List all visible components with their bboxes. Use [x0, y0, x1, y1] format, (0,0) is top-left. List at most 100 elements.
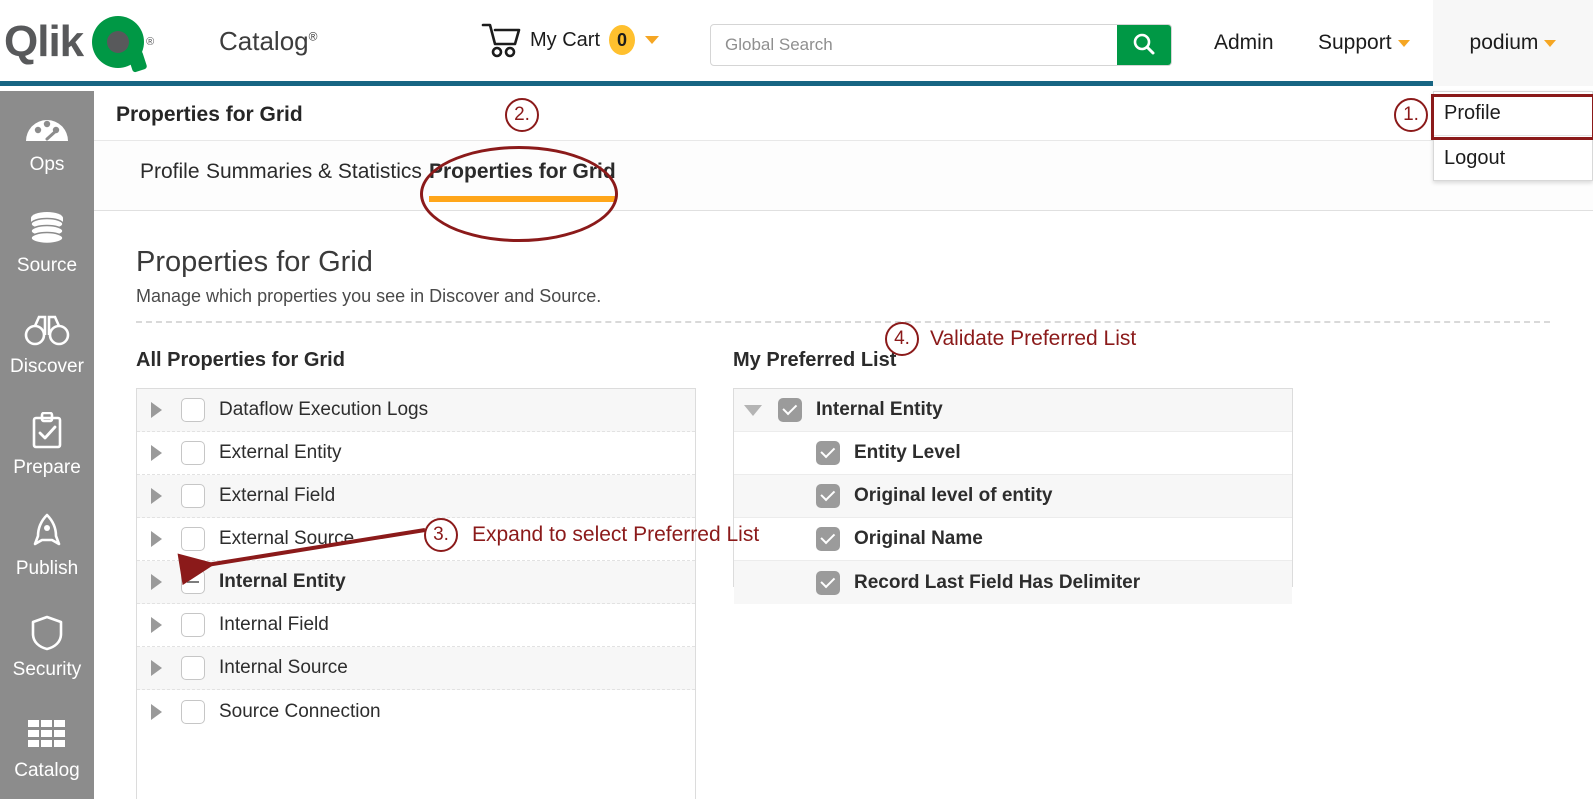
user-menu-button[interactable]: podium — [1433, 0, 1593, 86]
my-cart-button[interactable]: My Cart 0 — [480, 20, 659, 60]
page-header-bar: Properties for Grid — [94, 91, 1593, 141]
row-label: Internal Field — [211, 614, 329, 636]
sidebar-item-prepare[interactable]: Prepare — [0, 394, 94, 495]
chevron-right-icon[interactable] — [137, 531, 175, 547]
chevron-right-icon[interactable] — [137, 445, 175, 461]
chevron-right-icon[interactable] — [137, 488, 175, 504]
row-label: Original level of entity — [846, 485, 1053, 507]
row-label: Internal Source — [211, 657, 348, 679]
app-root: Qlik ® Catalog® My Cart 0 — [0, 0, 1593, 799]
sidebar-item-label: Prepare — [13, 457, 81, 479]
menu-item-profile[interactable]: Profile — [1434, 92, 1592, 136]
sidebar-item-label: Catalog — [14, 760, 80, 782]
row-label: Internal Entity — [211, 571, 346, 593]
chevron-down-icon[interactable] — [734, 405, 772, 416]
support-chevron-down-icon — [1398, 40, 1410, 47]
section-subtitle: Manage which properties you see in Disco… — [136, 286, 1593, 307]
tab-profile[interactable]: Profile — [140, 160, 200, 198]
tab-summaries-statistics[interactable]: Summaries & Statistics — [206, 160, 422, 198]
row-label: Original Name — [846, 528, 983, 550]
sidebar-item-ops[interactable]: Ops — [0, 91, 94, 192]
chevron-right-icon[interactable] — [137, 660, 175, 676]
page-title: Properties for Grid — [116, 103, 303, 127]
table-row[interactable]: Entity Level — [734, 432, 1292, 475]
sidebar-item-discover[interactable]: Discover — [0, 293, 94, 394]
row-checkbox[interactable] — [175, 441, 211, 465]
row-checkbox[interactable] — [175, 570, 211, 594]
chevron-right-icon[interactable] — [137, 402, 175, 418]
row-checkbox[interactable] — [175, 656, 211, 680]
row-checkbox[interactable] — [175, 613, 211, 637]
row-checkbox[interactable] — [175, 484, 211, 508]
table-row[interactable]: Record Last Field Has Delimiter — [734, 561, 1292, 604]
row-checkbox[interactable] — [175, 527, 211, 551]
database-icon — [26, 209, 68, 249]
table-row[interactable]: Internal Source — [137, 647, 695, 690]
table-row[interactable]: Internal Entity — [137, 561, 695, 604]
table-row[interactable]: Internal Entity — [734, 389, 1292, 432]
tab-properties-for-grid[interactable]: Properties for Grid — [429, 160, 616, 198]
main-content: Properties for Grid Profile Summaries & … — [94, 91, 1593, 799]
global-search[interactable] — [710, 24, 1172, 66]
row-checkbox[interactable] — [175, 398, 211, 422]
preferred-list-column: My Preferred List Internal Entity Entity… — [733, 349, 1293, 587]
menu-item-logout[interactable]: Logout — [1434, 136, 1592, 180]
chevron-right-icon[interactable] — [137, 574, 175, 590]
properties-panel: Properties for Grid Manage which propert… — [94, 211, 1593, 323]
table-row[interactable]: Dataflow Execution Logs — [137, 389, 695, 432]
sidebar-item-security[interactable]: Security — [0, 596, 94, 697]
search-button[interactable] — [1117, 25, 1171, 65]
row-label: Entity Level — [846, 442, 961, 464]
user-chevron-down-icon — [1544, 40, 1556, 47]
section-title: Properties for Grid — [136, 246, 1593, 279]
preferred-list-heading: My Preferred List — [733, 349, 1293, 372]
chevron-right-icon[interactable] — [137, 704, 175, 720]
cart-chevron-down-icon[interactable] — [645, 36, 659, 44]
search-input[interactable] — [711, 25, 1117, 65]
qlik-logo[interactable]: Qlik ® — [4, 14, 154, 70]
table-row[interactable]: Internal Field — [137, 604, 695, 647]
table-row[interactable]: Original level of entity — [734, 475, 1292, 518]
row-checkbox[interactable] — [810, 571, 846, 595]
shield-icon — [30, 613, 64, 653]
table-row[interactable]: External Entity — [137, 432, 695, 475]
search-icon — [1131, 31, 1157, 60]
app-name-text: Catalog — [219, 26, 309, 56]
row-checkbox[interactable] — [772, 398, 808, 422]
shopping-cart-icon — [480, 20, 522, 60]
row-label: Source Connection — [211, 701, 381, 723]
section-divider — [136, 321, 1550, 323]
table-row[interactable]: External Field — [137, 475, 695, 518]
sidebar-item-label: Security — [13, 659, 82, 681]
row-checkbox[interactable] — [175, 700, 211, 724]
sidebar-item-label: Source — [17, 255, 77, 277]
chevron-right-icon[interactable] — [137, 617, 175, 633]
row-label: External Entity — [211, 442, 342, 464]
sidebar-item-label: Publish — [16, 558, 78, 580]
row-checkbox[interactable] — [810, 484, 846, 508]
top-header: Qlik ® Catalog® My Cart 0 — [0, 0, 1593, 86]
sidebar-item-catalog[interactable]: Catalog — [0, 697, 94, 798]
row-checkbox[interactable] — [810, 527, 846, 551]
row-label: External Field — [211, 485, 335, 507]
sidebar-item-publish[interactable]: Publish — [0, 495, 94, 596]
all-properties-column: All Properties for Grid Dataflow Executi… — [136, 349, 696, 799]
sidebar-item-label: Ops — [30, 154, 65, 176]
row-label: Internal Entity — [808, 399, 943, 421]
row-label: External Source — [211, 528, 354, 550]
qlik-q-mark — [92, 16, 144, 68]
binoculars-icon — [24, 310, 70, 350]
tab-bar: Profile Summaries & Statistics Propertie… — [94, 141, 1593, 211]
nav-support-label: Support — [1318, 31, 1392, 54]
nav-support[interactable]: Support — [1318, 31, 1410, 55]
sidebar-item-source[interactable]: Source — [0, 192, 94, 293]
logo-wordmark: Qlik — [4, 20, 83, 64]
app-name-registered: ® — [309, 29, 318, 43]
row-checkbox[interactable] — [810, 441, 846, 465]
table-row[interactable]: Original Name — [734, 518, 1292, 561]
nav-admin[interactable]: Admin — [1214, 31, 1274, 55]
clipboard-check-icon — [30, 411, 64, 451]
table-row[interactable]: Source Connection — [137, 690, 695, 733]
preferred-list: Internal Entity Entity Level Original le… — [733, 388, 1293, 587]
table-row[interactable]: External Source — [137, 518, 695, 561]
